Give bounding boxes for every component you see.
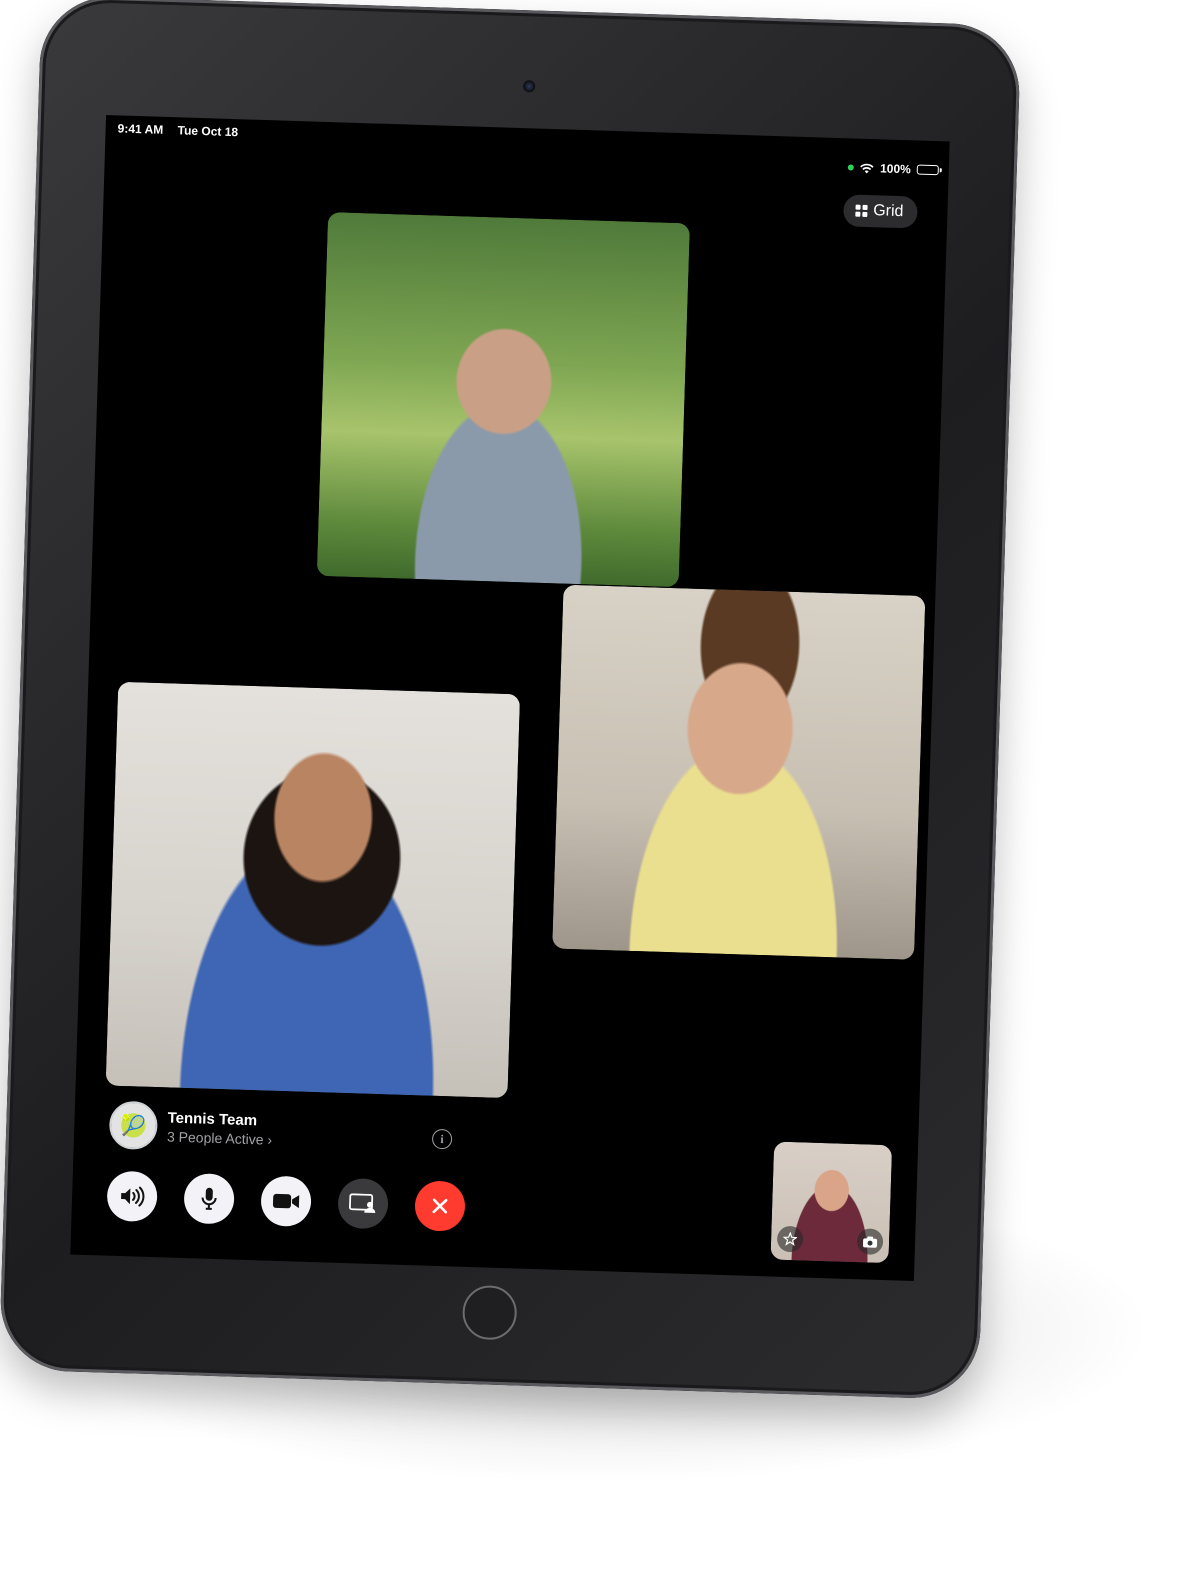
grid-layout-button[interactable]: Grid: [842, 194, 918, 229]
wifi-icon: [860, 163, 874, 173]
battery-icon: [916, 164, 939, 176]
microphone-icon: [201, 1187, 217, 1210]
effects-star-icon[interactable]: [776, 1225, 804, 1253]
close-icon: [432, 1198, 448, 1214]
facetime-screen: 9:41 AM Tue Oct 18 100% Grid 🎾 Tennis Te…: [70, 115, 950, 1281]
participant-video-tile[interactable]: [552, 584, 926, 960]
mute-button[interactable]: [183, 1173, 235, 1225]
group-name: Tennis Team: [167, 1108, 258, 1129]
call-controls: [106, 1170, 466, 1232]
group-text: Tennis Team 3 People Active ›: [167, 1109, 273, 1147]
camera-button[interactable]: [260, 1175, 312, 1227]
end-call-button[interactable]: [414, 1180, 466, 1232]
self-view-tile[interactable]: [770, 1141, 893, 1264]
share-screen-icon: [349, 1193, 376, 1214]
speaker-icon: [121, 1186, 145, 1207]
ipad-device: 9:41 AM Tue Oct 18 100% Grid 🎾 Tennis Te…: [0, 0, 1022, 1401]
battery-percent: 100%: [879, 161, 912, 177]
speaker-button[interactable]: [106, 1170, 158, 1223]
participant-video-tile[interactable]: [316, 212, 690, 588]
camera-flip-icon[interactable]: [856, 1228, 884, 1255]
participant-video-tile[interactable]: [105, 681, 521, 1099]
call-info: 🎾 Tennis Team 3 People Active ›: [108, 1100, 273, 1154]
status-time: 9:41 AM: [117, 121, 164, 137]
group-avatar[interactable]: 🎾: [108, 1100, 159, 1151]
info-icon[interactable]: i: [431, 1128, 453, 1150]
grid-button-label: Grid: [872, 202, 904, 221]
status-right: 100%: [848, 160, 939, 177]
people-active-link[interactable]: 3 People Active ›: [167, 1128, 273, 1147]
shareplay-button[interactable]: [337, 1177, 389, 1230]
camera-indicator-icon: [848, 164, 855, 171]
video-camera-icon: [272, 1193, 300, 1209]
tennis-ball-icon: 🎾: [120, 1114, 147, 1138]
status-date: Tue Oct 18: [177, 123, 239, 140]
grid-icon: [855, 204, 868, 217]
